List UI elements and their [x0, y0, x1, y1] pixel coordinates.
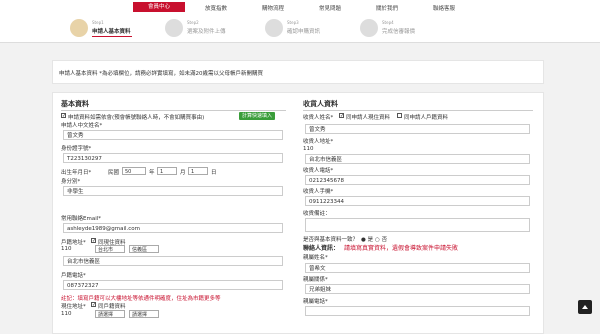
- email-label: 常用聯絡Email*: [61, 216, 102, 222]
- relation-select[interactable]: 兄弟姐妹: [305, 284, 530, 294]
- step-progress: Step1 申請人基本資料 Step2 選案及附件上傳 Step3 確認申購資訊…: [0, 14, 600, 43]
- household-zip: 110: [61, 246, 72, 252]
- step-3-title: 確認申購資訊: [287, 29, 321, 35]
- same-household-label: 同申請人戶籍資料: [404, 115, 449, 121]
- receiver-phone-input[interactable]: 0212345678: [305, 175, 530, 185]
- birth-day-unit: 日: [211, 170, 217, 176]
- nav-index[interactable]: 放寬指數: [205, 4, 227, 12]
- receiver-info-heading: 收貨人資料: [303, 100, 338, 108]
- name-input[interactable]: 曾文秀: [63, 130, 283, 140]
- step-1-number: Step1: [92, 20, 104, 25]
- notice-text: 申請人基本資料 *為必填欄位，請務必詳實填寫，如未滿20歲需以父母帳戶新開購買: [59, 71, 263, 77]
- application-form: 基本資料 ✓ 申請資料如需依會(預會帳號聯絡人時，不會如購買事由) 計算快速填入…: [52, 92, 544, 334]
- same-no-option[interactable]: ○ 否: [375, 235, 387, 243]
- email-input[interactable]: ashleyde1989@gmail.com: [63, 223, 283, 233]
- nav-about[interactable]: 關於我們: [376, 4, 398, 12]
- step-2-title: 選案及附件上傳: [187, 29, 226, 35]
- step-4-icon: [360, 19, 378, 37]
- receiver-zip: 110: [303, 146, 314, 152]
- contact-name-label: 親屬姓名*: [303, 255, 328, 261]
- nav-faq[interactable]: 常見問題: [319, 4, 341, 12]
- birth-month-unit: 月: [180, 170, 186, 176]
- same-household-checkbox[interactable]: [397, 113, 402, 118]
- current-zip: 110: [61, 311, 72, 317]
- same-current-checkbox[interactable]: ✓: [339, 113, 344, 119]
- contact-heading: 聯絡人資訊：: [303, 245, 340, 252]
- contact-phone-label: 親屬電話*: [303, 299, 328, 305]
- step-1-icon: [70, 19, 88, 37]
- remarks-input[interactable]: [305, 218, 530, 232]
- current-district-select[interactable]: 請選擇: [129, 310, 159, 318]
- nav-shopping-process[interactable]: 購物流程: [262, 4, 284, 12]
- id-label: 身份證字號*: [61, 146, 92, 152]
- address-warning: 註記：填寫戶籍可以大樓地址等依通件明確度，住址為市籍更多等: [61, 296, 221, 302]
- receiver-address-label: 收貨人地址*: [303, 139, 334, 145]
- top-nav: 會員中心 放寬指數 購物流程 常見問題 關於我們 聯絡客服: [0, 0, 600, 14]
- household-city-select[interactable]: 台北市: [95, 245, 125, 253]
- receiver-mobile-label: 收貨人手機*: [303, 189, 334, 195]
- birth-year-select[interactable]: 50: [122, 167, 146, 175]
- birth-era-label: 民國: [108, 170, 120, 176]
- receiver-address-input[interactable]: 台北市信義區: [305, 154, 530, 164]
- auto-fill-button[interactable]: 計算快速填入: [239, 112, 276, 120]
- step-4-number: Step4: [382, 20, 394, 25]
- home-phone-input[interactable]: 087372327: [63, 280, 283, 290]
- step-1-title: 申請人基本資料: [92, 29, 131, 35]
- current-same-checkbox[interactable]: ✓: [91, 302, 96, 308]
- birth-month-select[interactable]: 1: [157, 167, 177, 175]
- household-district-select[interactable]: 信義區: [129, 245, 159, 253]
- same-as-label: 是否與基本資料一致？: [303, 237, 359, 243]
- auto-fill-label: 申請資料如需依會(預會帳號聯絡人時，不會如購買事由): [68, 115, 205, 121]
- current-address-label: 現住地址*: [61, 304, 86, 310]
- step-2-number: Step2: [187, 20, 199, 25]
- receiver-name-input[interactable]: 曾文秀: [305, 124, 530, 134]
- remarks-label: 收貨備註：: [303, 211, 331, 217]
- step-3-number: Step3: [287, 20, 299, 25]
- receiver-mobile-input[interactable]: 0911223344: [305, 196, 530, 206]
- birth-label: 出生年月日*: [61, 170, 92, 176]
- contact-phone-input[interactable]: [305, 306, 530, 316]
- identity-select[interactable]: 非學生: [63, 186, 283, 196]
- name-label: 申請人中文姓名*: [61, 123, 103, 129]
- identity-label: 身分別*: [61, 179, 81, 185]
- birth-day-select[interactable]: 1: [188, 167, 208, 175]
- household-address-label: 戶籍地址*: [61, 240, 86, 246]
- receiver-phone-label: 收貨人電話*: [303, 168, 334, 174]
- divider: [303, 110, 533, 111]
- step-3-icon: [265, 19, 283, 37]
- notice-box: 申請人基本資料 *為必填欄位，請務必詳實填寫，如未滿20歲需以父母帳戶新開購買: [52, 60, 544, 84]
- divider: [61, 110, 286, 111]
- id-input[interactable]: T223130297: [63, 153, 283, 163]
- step-4-title: 完成信審報價: [382, 29, 416, 35]
- auto-fill-checkbox[interactable]: ✓: [61, 113, 66, 119]
- scroll-to-top-button[interactable]: [578, 300, 592, 314]
- contact-warning: 請填寫真實資料，遺假會導致案件申請失敗: [344, 245, 459, 252]
- household-same-checkbox[interactable]: ✓: [91, 238, 96, 244]
- same-current-label: 同申請人現住資料: [346, 115, 391, 121]
- same-yes-option[interactable]: ● 是: [361, 235, 373, 243]
- relation-label: 親屬關係*: [303, 277, 328, 283]
- nav-contact[interactable]: 聯絡客服: [433, 4, 455, 12]
- nav-member-center[interactable]: 會員中心: [133, 2, 185, 12]
- receiver-name-label: 收貨人姓名*: [303, 115, 334, 121]
- step-1-underline: [92, 36, 132, 37]
- contact-name-input[interactable]: 曾希文: [305, 263, 530, 273]
- current-city-select[interactable]: 請選擇: [95, 310, 125, 318]
- step-2-icon: [165, 19, 183, 37]
- basic-info-heading: 基本資料: [61, 100, 89, 108]
- home-phone-label: 戶籍電話*: [61, 273, 86, 279]
- household-street-input[interactable]: 台北市信義區: [63, 256, 283, 266]
- current-same-label: 同戶籍資料: [98, 304, 126, 310]
- birth-year-unit: 年: [149, 170, 155, 176]
